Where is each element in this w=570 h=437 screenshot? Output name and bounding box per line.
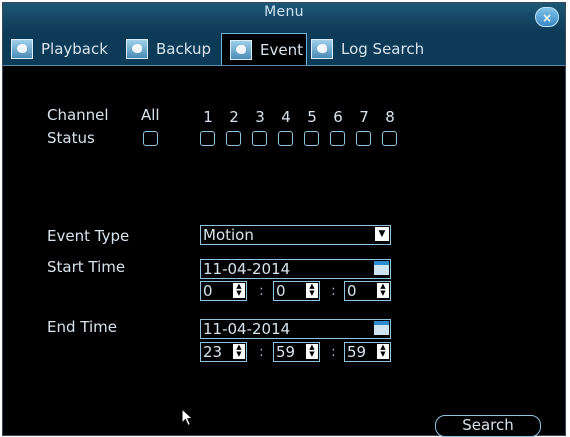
menu-window: Menu × Playback Backup Event Log Search … (2, 2, 566, 437)
end-date-value: 11-04-2014 (203, 320, 291, 338)
search-button[interactable]: Search (435, 415, 541, 437)
spinner-arrows-icon[interactable]: ▲ ▼ (233, 283, 245, 298)
channel-1-checkbox[interactable] (200, 131, 215, 146)
channel-all-checkbox[interactable] (143, 131, 158, 146)
start-date-field[interactable]: 11-04-2014 (200, 259, 391, 279)
channel-6-checkbox[interactable] (330, 131, 345, 146)
channel-number: 1 (203, 108, 213, 126)
channel-4-checkbox[interactable] (278, 131, 293, 146)
close-icon: × (541, 11, 553, 25)
spinner-arrows-icon[interactable]: ▲ ▼ (306, 344, 318, 359)
close-button[interactable]: × (535, 7, 559, 27)
start-hour-value: 0 (203, 282, 213, 300)
event-type-label: Event Type (47, 227, 130, 245)
tab-backup[interactable]: Backup (118, 33, 211, 64)
start-minute-value: 0 (276, 282, 286, 300)
end-minute-spinner[interactable]: 59 ▲ ▼ (273, 342, 320, 362)
channel-all-label: All (141, 106, 160, 124)
channel-number: 5 (307, 108, 317, 126)
start-time-label: Start Time (47, 258, 126, 276)
end-minute-value: 59 (276, 343, 296, 361)
status-label: Status (47, 129, 95, 147)
spinner-arrows-icon[interactable]: ▲ ▼ (233, 344, 245, 359)
title-bar: Menu × (3, 3, 565, 34)
channel-number: 2 (229, 108, 239, 126)
spinner-arrows-icon[interactable]: ▲ ▼ (377, 344, 389, 359)
channel-2-checkbox[interactable] (226, 131, 241, 146)
channel-8-checkbox[interactable] (382, 131, 397, 146)
start-second-spinner[interactable]: 0 ▲ ▼ (344, 281, 391, 301)
spinner-arrows-icon[interactable]: ▲ ▼ (306, 283, 318, 298)
time-separator: : (259, 344, 264, 360)
chevron-down-icon[interactable]: ▼ (375, 227, 389, 241)
channel-number: 8 (385, 108, 395, 126)
event-type-select[interactable]: Motion ▼ (200, 225, 391, 245)
calendar-icon[interactable] (374, 321, 389, 335)
channel-number: 3 (255, 108, 265, 126)
start-hour-spinner[interactable]: 0 ▲ ▼ (200, 281, 247, 301)
camera-icon (311, 38, 333, 59)
tab-event[interactable]: Event (221, 33, 307, 65)
calendar-icon[interactable] (374, 261, 389, 275)
tab-log-search[interactable]: Log Search (303, 33, 424, 64)
start-date-value: 11-04-2014 (203, 260, 291, 278)
tab-bar: Playback Backup Event Log Search (3, 33, 565, 66)
end-date-field[interactable]: 11-04-2014 (200, 319, 391, 339)
channel-7-checkbox[interactable] (356, 131, 371, 146)
end-hour-spinner[interactable]: 23 ▲ ▼ (200, 342, 247, 362)
camera-icon (11, 38, 33, 59)
time-separator: : (331, 344, 336, 360)
tab-label: Playback (41, 39, 108, 58)
tab-label: Event (260, 40, 303, 59)
end-second-spinner[interactable]: 59 ▲ ▼ (344, 342, 391, 362)
end-second-value: 59 (347, 343, 367, 361)
start-second-value: 0 (347, 282, 357, 300)
time-separator: : (331, 283, 336, 299)
window-title: Menu (264, 4, 304, 20)
tab-label: Log Search (341, 39, 425, 58)
event-type-value: Motion (203, 226, 254, 244)
channel-5-checkbox[interactable] (304, 131, 319, 146)
camera-icon (230, 39, 252, 60)
tab-label: Backup (156, 39, 211, 58)
start-minute-spinner[interactable]: 0 ▲ ▼ (273, 281, 320, 301)
channel-number: 7 (359, 108, 369, 126)
channel-number: 6 (333, 108, 343, 126)
channel-label: Channel (47, 106, 109, 124)
end-hour-value: 23 (203, 343, 223, 361)
mouse-pointer-icon (181, 408, 194, 427)
tab-playback[interactable]: Playback (3, 33, 108, 64)
camera-icon (126, 38, 148, 59)
channel-number: 4 (281, 108, 291, 126)
channel-3-checkbox[interactable] (252, 131, 267, 146)
end-time-label: End Time (47, 318, 117, 336)
time-separator: : (259, 283, 264, 299)
spinner-arrows-icon[interactable]: ▲ ▼ (377, 283, 389, 298)
